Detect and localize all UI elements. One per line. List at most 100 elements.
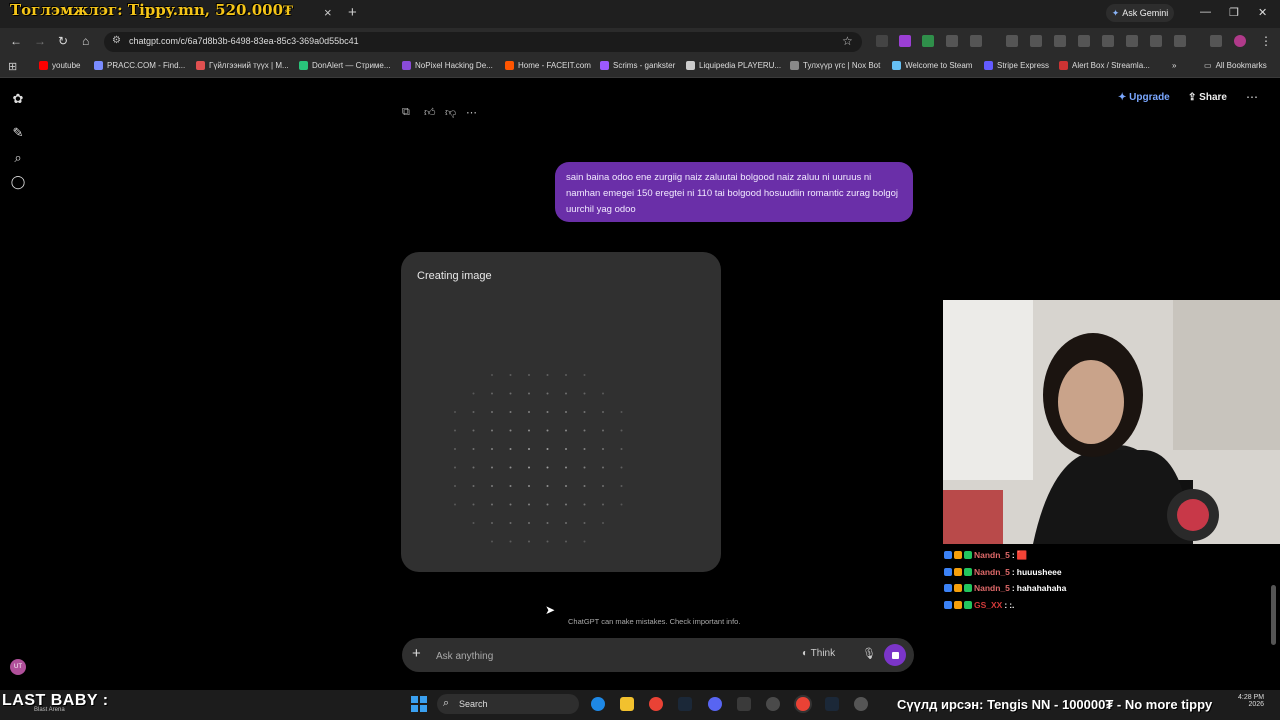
loading-dot	[528, 411, 530, 413]
copy-icon[interactable]: ⧉	[402, 106, 410, 119]
close-window-icon[interactable]: ✕	[1258, 6, 1267, 19]
loading-dot	[472, 448, 475, 450]
loading-dot	[602, 503, 604, 506]
library-icon[interactable]: ◯	[10, 174, 26, 190]
openai-logo-icon[interactable]: ✿	[10, 91, 26, 107]
search-chats-icon[interactable]: ⌕	[10, 150, 26, 166]
tab-close-icon[interactable]: ×	[324, 5, 332, 20]
bookmark-item[interactable]: NoPixel Hacking De...	[402, 61, 493, 70]
site-info-icon[interactable]: ⚙	[112, 35, 121, 46]
chrome-active-icon[interactable]	[796, 697, 810, 711]
bookmark-item[interactable]: Тулхүүр үгс | Nox Bot	[790, 61, 880, 70]
thumbs-up-icon[interactable]: 👍︎	[424, 106, 436, 119]
discord-icon[interactable]	[708, 697, 722, 711]
calculator-icon[interactable]	[737, 697, 751, 711]
extension-icon[interactable]	[1102, 35, 1114, 47]
bookmark-item[interactable]: Alert Box / Streamla...	[1059, 61, 1150, 70]
prompt-input[interactable]	[436, 649, 776, 663]
avatar[interactable]: UT	[10, 659, 26, 675]
loading-dot	[472, 466, 475, 469]
chat-text: 🟥	[1016, 549, 1028, 560]
back-icon[interactable]: ←	[10, 34, 22, 48]
sidebar-toggle-icon[interactable]	[1210, 35, 1222, 47]
extension-icon[interactable]	[922, 35, 934, 47]
share-label: Share	[1199, 92, 1227, 103]
link-icon[interactable]	[1150, 35, 1162, 47]
bookmark-label: Welcome to Steam	[905, 61, 973, 70]
extension-icon[interactable]	[946, 35, 958, 47]
message-more-icon[interactable]: ⋯	[466, 106, 477, 119]
history-icon[interactable]	[1054, 35, 1066, 47]
stream-chat-overlay: Nandn_5: 🟥 Nandn_5: huuusheee Nandn_5: hahaha…	[944, 547, 1244, 613]
forward-icon[interactable]: →	[34, 34, 46, 48]
loading-dot	[454, 485, 456, 487]
thumbs-down-icon[interactable]: 👎︎	[445, 106, 456, 119]
cast-icon[interactable]	[1126, 35, 1138, 47]
extension-icon[interactable]	[876, 35, 888, 47]
loading-dot	[620, 503, 623, 506]
share-button[interactable]: ⇪ Share	[1188, 92, 1227, 103]
edge-icon[interactable]	[591, 697, 605, 711]
app-icon[interactable]	[854, 697, 868, 711]
new-chat-icon[interactable]: ✎	[10, 125, 26, 141]
profile-avatar-icon[interactable]	[1234, 35, 1246, 47]
bookmark-item[interactable]: Scrims - gankster	[600, 61, 675, 70]
chat-badge-icon	[944, 567, 952, 576]
loading-dot	[583, 522, 586, 524]
upgrade-button[interactable]: ✦ Upgrade	[1118, 92, 1170, 103]
file-explorer-icon[interactable]	[620, 697, 634, 711]
ask-gemini-button[interactable]: ✦ Ask Gemini	[1106, 4, 1174, 22]
chrome-icon[interactable]	[649, 697, 663, 711]
all-bookmarks-label: All Bookmarks	[1215, 61, 1267, 70]
apps-grid-icon[interactable]: ⊞	[8, 60, 17, 73]
loading-dot	[546, 485, 549, 487]
minimize-icon[interactable]: —	[1200, 6, 1211, 18]
last-baby-subtext: Blast Arena	[34, 707, 65, 713]
bookmark-item[interactable]: Home - FACEIT.com	[505, 61, 591, 70]
scrollbar[interactable]	[1271, 585, 1276, 645]
extensions-puzzle-icon[interactable]	[970, 35, 982, 47]
bookmark-label: Stripe Express	[997, 61, 1050, 70]
maximize-icon[interactable]: ❐	[1229, 6, 1239, 19]
loading-dot	[528, 485, 530, 487]
bookmark-favicon-icon	[299, 61, 308, 70]
delete-icon[interactable]	[1078, 35, 1090, 47]
bookmark-star-icon[interactable]: ☆	[842, 34, 853, 48]
bookmark-item[interactable]: Welcome to Steam	[892, 61, 972, 70]
chat-text: hahahahaha	[1016, 583, 1067, 594]
favorites-icon[interactable]	[1006, 35, 1018, 47]
think-button[interactable]: ◐ Think	[802, 648, 835, 659]
more-options-icon[interactable]: ⋯	[1246, 90, 1258, 104]
extension-icon[interactable]	[899, 35, 911, 47]
download-icon[interactable]	[1030, 35, 1042, 47]
obs-icon[interactable]	[766, 697, 780, 711]
chat-badge-icon	[944, 551, 952, 560]
loading-dot	[583, 448, 586, 450]
bookmark-item[interactable]: Liquipedia PLAYERU...	[686, 61, 781, 70]
add-attachment-icon[interactable]: +	[412, 645, 421, 662]
bookmark-item[interactable]: Stripe Express	[984, 61, 1049, 70]
windows-start-icon[interactable]	[411, 696, 427, 712]
loading-dot	[565, 429, 567, 432]
microphone-icon[interactable]: 🎙︎	[862, 647, 876, 660]
bookmark-item[interactable]: youtube	[39, 61, 80, 70]
bookmark-item[interactable]: Гүйлгээний түүх | M...	[196, 61, 289, 70]
all-bookmarks-button[interactable]: ▭ All Bookmarks	[1204, 61, 1267, 70]
stop-generating-button[interactable]	[884, 644, 906, 666]
bookmark-item[interactable]: DonAlert — Стриме...	[299, 61, 391, 70]
translate-icon[interactable]	[1174, 35, 1186, 47]
steam-client-icon[interactable]	[825, 697, 839, 711]
bookmark-label: youtube	[52, 61, 81, 70]
loading-dot	[491, 466, 493, 469]
loading-dot	[565, 503, 567, 506]
steam-icon[interactable]	[678, 697, 692, 711]
loading-dot	[602, 466, 604, 469]
bookmarks-overflow-icon[interactable]: »	[1172, 61, 1176, 70]
system-clock[interactable]: 4:28 PM 2026	[1238, 694, 1264, 708]
new-tab-icon[interactable]: +	[348, 4, 357, 21]
bookmark-item[interactable]: PRACC.COM - Find...	[94, 61, 185, 70]
url-text[interactable]: chatgpt.com/c/6a7d8b3b-6498-83ea-85c3-36…	[129, 36, 359, 46]
home-icon[interactable]: ⌂	[82, 34, 89, 48]
browser-menu-icon[interactable]: ⋮	[1260, 34, 1272, 48]
reload-icon[interactable]: ↻	[58, 34, 68, 48]
